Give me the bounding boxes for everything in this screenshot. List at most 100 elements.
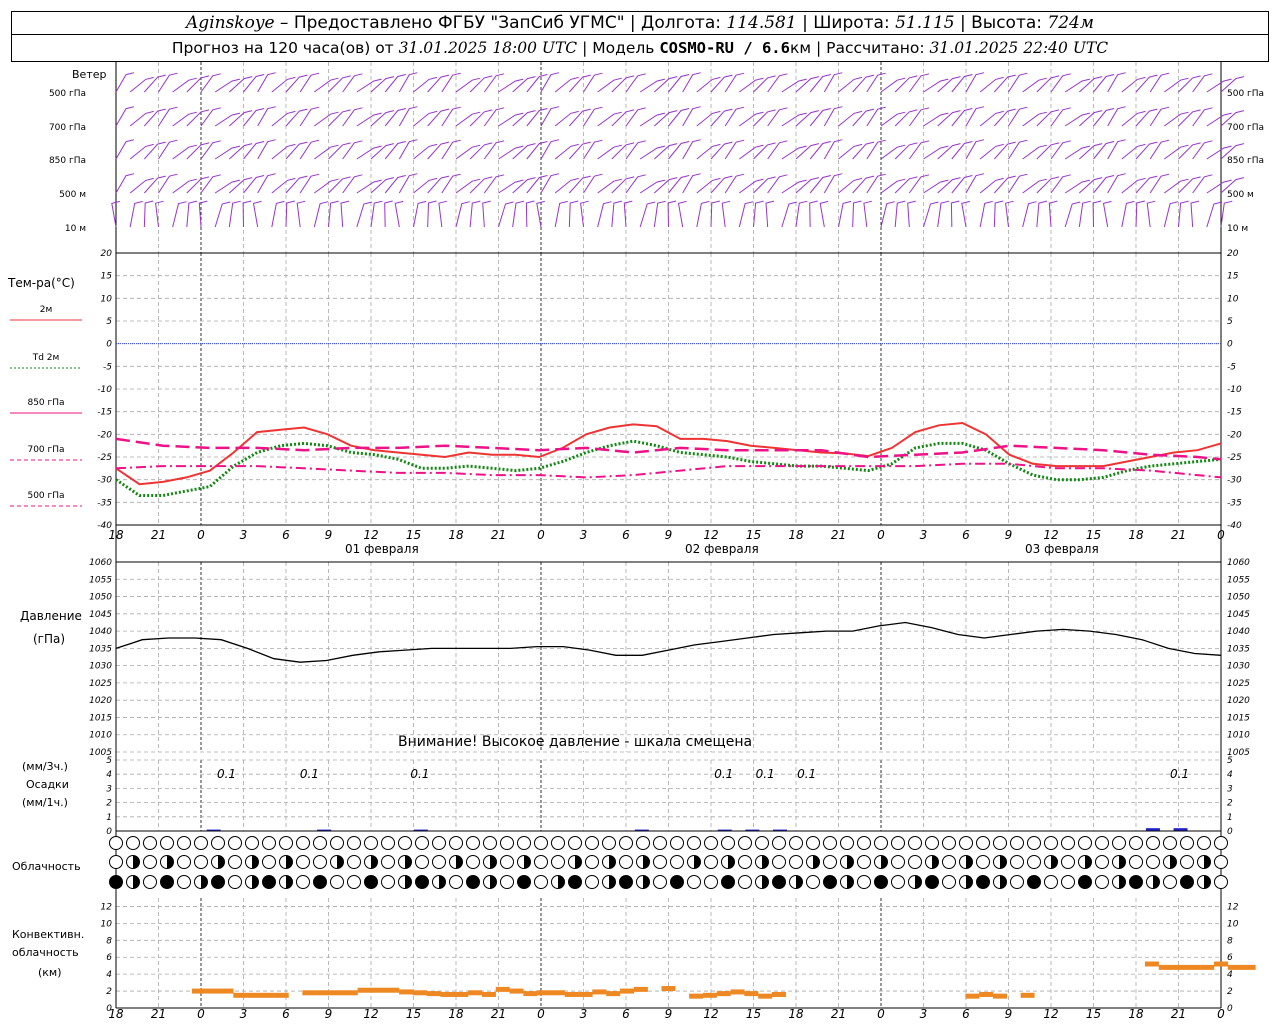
temp-xtick-3: 3 [240, 528, 248, 542]
cloud-symbol-r1-35 [704, 855, 718, 869]
cloud-symbol-r2-16 [381, 875, 395, 889]
cloud-fill-r1-20 [456, 855, 463, 869]
pres-ytick-left-4: 1025 [89, 679, 112, 689]
wind-barb [271, 110, 296, 127]
temp-ytick-left-7: -5 [103, 362, 112, 372]
precip-annotation-3: 0.1 [714, 767, 733, 781]
conv-bar-38 [758, 993, 773, 999]
conv-xtick-7: 15 [406, 1007, 421, 1021]
wind-barb [937, 143, 961, 160]
wind-barb [143, 74, 166, 93]
prec-ytick-right-5: 5 [1227, 756, 1233, 766]
cloud-symbol-r1-47 [908, 855, 922, 869]
temp-ytick-left-2: -30 [97, 476, 112, 486]
prec-ytick-left-2: 2 [106, 799, 112, 809]
conv-bar-43 [1020, 992, 1035, 998]
conv-bar-7 [302, 990, 317, 996]
cloud-symbol-r2-21 [466, 875, 480, 889]
wind-barb [838, 143, 863, 160]
wind-barb [200, 107, 221, 127]
wind-barb [115, 139, 135, 160]
conv-ytick-left-1: 2 [106, 987, 112, 997]
cloud-symbol-r2-41 [806, 875, 820, 889]
conv-bar-21 [495, 986, 510, 992]
cloud-symbol-r2-34 [687, 875, 701, 889]
cloud-fill-r2-10 [286, 875, 293, 889]
cloud-symbol-r2-39 [772, 875, 786, 889]
conv-bar-36 [730, 989, 745, 995]
cloud-fill-r1-1 [133, 855, 140, 869]
meteogram-chart: 500 гПа 500 гПа 700 гПа 700 гПа 850 гПа 850 г… [10, 62, 1264, 1021]
wind-barb [667, 200, 677, 228]
conv-bar-11 [357, 987, 372, 993]
wind-barb [781, 201, 798, 228]
cloud-fill-r1-38 [762, 855, 769, 869]
wind-barb [413, 177, 438, 194]
cloud-fill-r1-45 [881, 855, 888, 869]
cloud-symbol-r0-46 [891, 836, 905, 850]
cloud-symbol-r1-30 [619, 855, 633, 869]
pressure-unit: (гПа) [33, 632, 66, 646]
wind-barb [115, 173, 135, 194]
wind-barb [623, 200, 633, 228]
cloud-symbol-r0-64 [1197, 836, 1211, 850]
cloud-symbol-r0-16 [381, 836, 395, 850]
wind-barb [384, 108, 406, 127]
wind-barb [342, 107, 363, 127]
conv-xtick-13: 9 [665, 1007, 673, 1021]
conv-ytick-right-6: 12 [1227, 902, 1239, 912]
cloud-symbol-r2-46 [891, 875, 905, 889]
wind-barb [413, 200, 427, 228]
date-label-2: 02 февраля [685, 542, 759, 556]
wind-barb [186, 142, 210, 160]
cloud-symbol-r2-60 [1129, 875, 1143, 889]
wind-barb [469, 75, 493, 93]
wind-barb [427, 175, 450, 194]
cloud-symbol-r1-32 [653, 855, 667, 869]
temp-ytick-right-6: -10 [1227, 385, 1242, 395]
wind-barb [753, 109, 776, 127]
conv-bar-24 [537, 990, 552, 996]
wind-barb [767, 73, 788, 93]
pres-ytick-left-5: 1030 [89, 662, 112, 672]
wind-barb [526, 74, 548, 93]
pres-ytick-right-5: 1030 [1227, 662, 1250, 672]
wind-level-right-4: 10 м [1227, 224, 1248, 234]
wind-barb [710, 74, 733, 93]
wind-barb [285, 200, 295, 228]
wind-barb [625, 73, 646, 93]
conv-bar-22 [509, 988, 524, 994]
cloud-symbol-r1-56 [1061, 855, 1075, 869]
wind-barb [993, 108, 1016, 127]
cloud-symbol-r0-10 [279, 836, 293, 850]
prec-ytick-left-4: 4 [106, 770, 112, 780]
precip-annotation-0: 0.1 [217, 767, 236, 781]
temp-ytick-left-5: -15 [97, 408, 112, 418]
cloud-symbol-r0-34 [687, 836, 701, 850]
wind-barb [653, 177, 678, 194]
cloud-symbol-r0-21 [466, 836, 480, 850]
wind-barb [285, 175, 308, 194]
wind-barb [838, 76, 863, 93]
cloud-symbol-r0-48 [925, 836, 939, 850]
prec-ytick-left-0: 0 [106, 827, 112, 837]
wind-barb [526, 108, 548, 127]
wind-barb [243, 175, 265, 194]
wind-barb [951, 141, 973, 160]
pressure-title: Давление [20, 609, 82, 623]
cloud-symbol-r1-46 [891, 855, 905, 869]
cloud-symbol-r0-1 [126, 836, 140, 850]
cloud-symbol-r1-12 [313, 855, 327, 869]
wind-barb [413, 143, 438, 160]
wind-barb [880, 201, 895, 228]
wind-barb [554, 177, 579, 194]
cloud-symbol-r0-17 [398, 836, 412, 850]
cloud-fill-r1-55 [1051, 855, 1058, 869]
temp-legend-label-2: 850 гПа [27, 398, 64, 408]
conv-xtick-26: 0 [1217, 1007, 1225, 1021]
wind-barb [285, 74, 308, 93]
cloud-symbol-r0-22 [483, 836, 497, 850]
cloud-symbol-r0-35 [704, 836, 718, 850]
wind-barb [993, 74, 1016, 93]
cloud-fill-r2-5 [201, 875, 208, 889]
